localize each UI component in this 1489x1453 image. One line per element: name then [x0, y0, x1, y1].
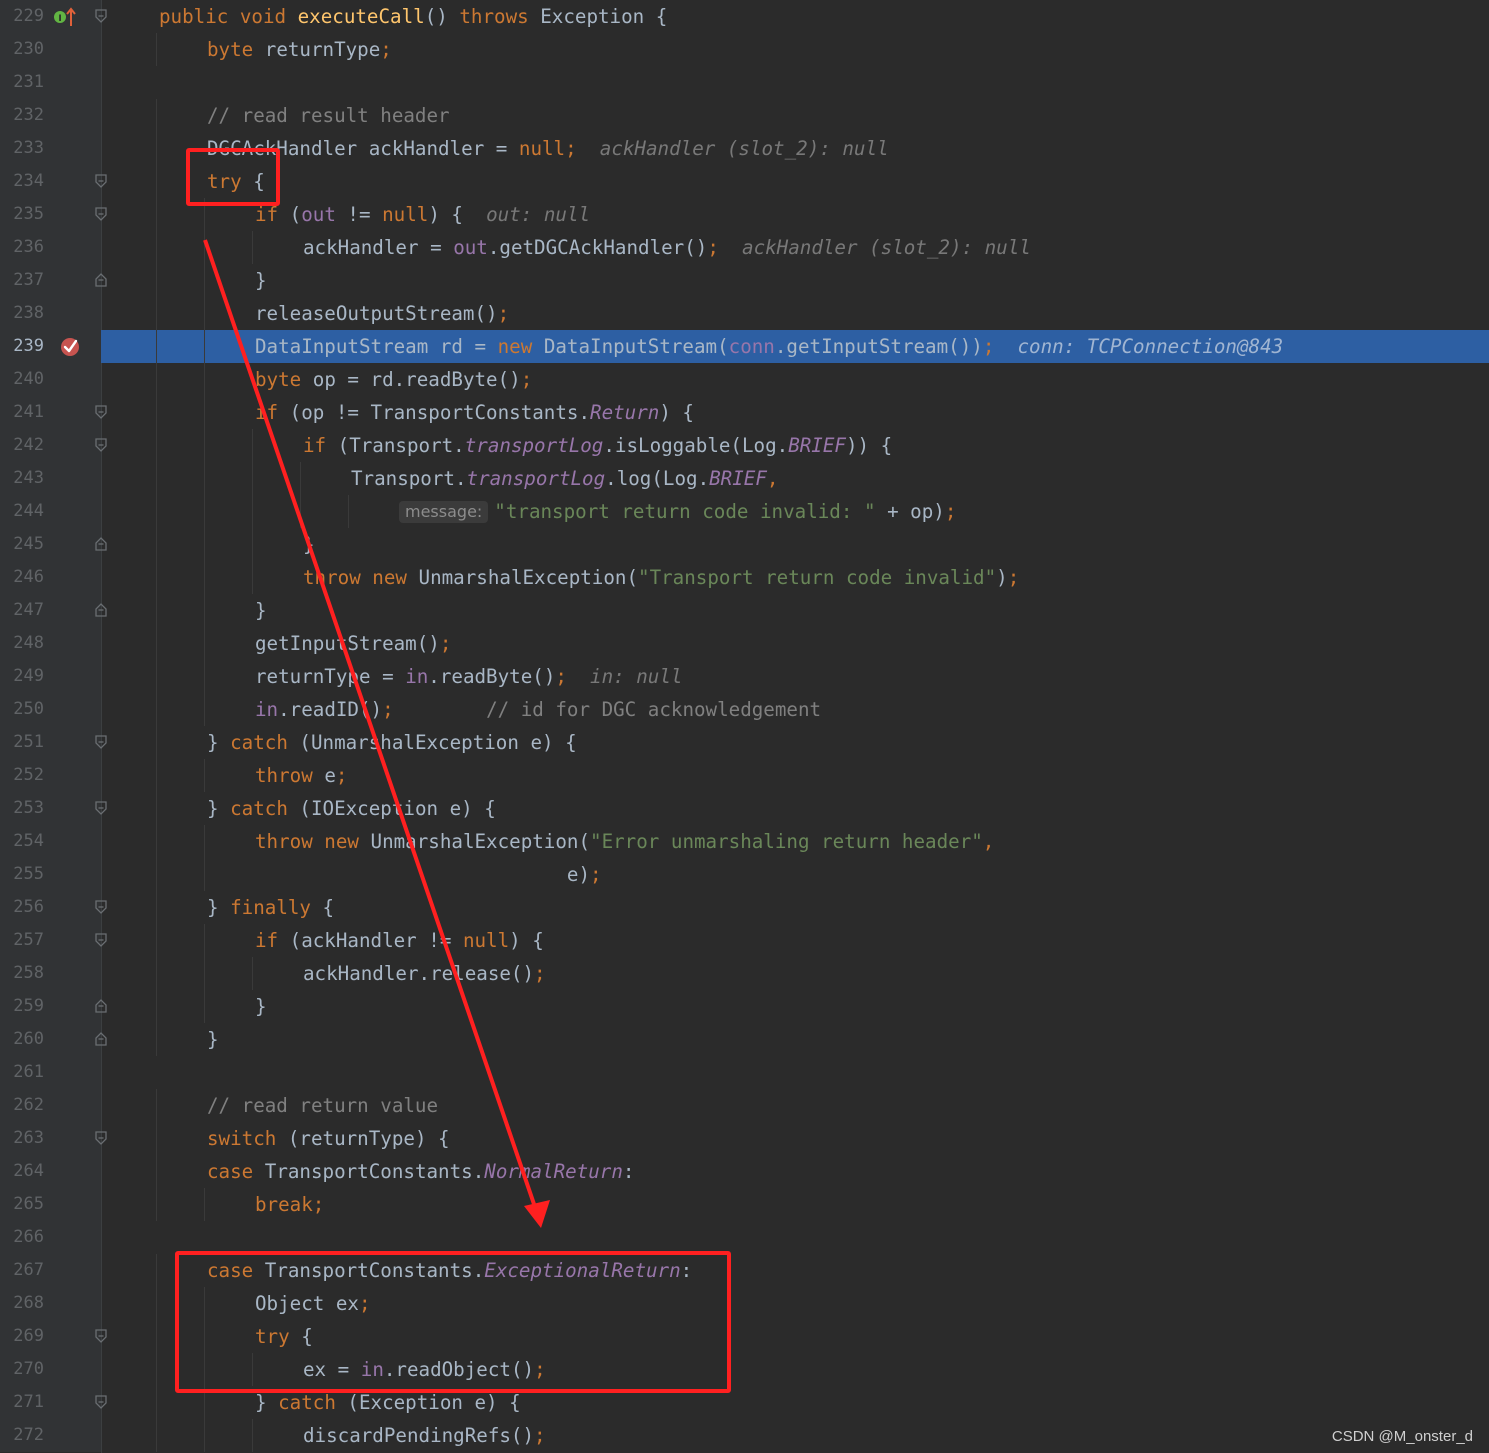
watermark: CSDN @M_onster_d: [1331, 1428, 1473, 1445]
code-editor[interactable]: 229 public void executeCall() throws Exce…: [0, 0, 1489, 1453]
annotation-arrow: [203, 239, 550, 1228]
